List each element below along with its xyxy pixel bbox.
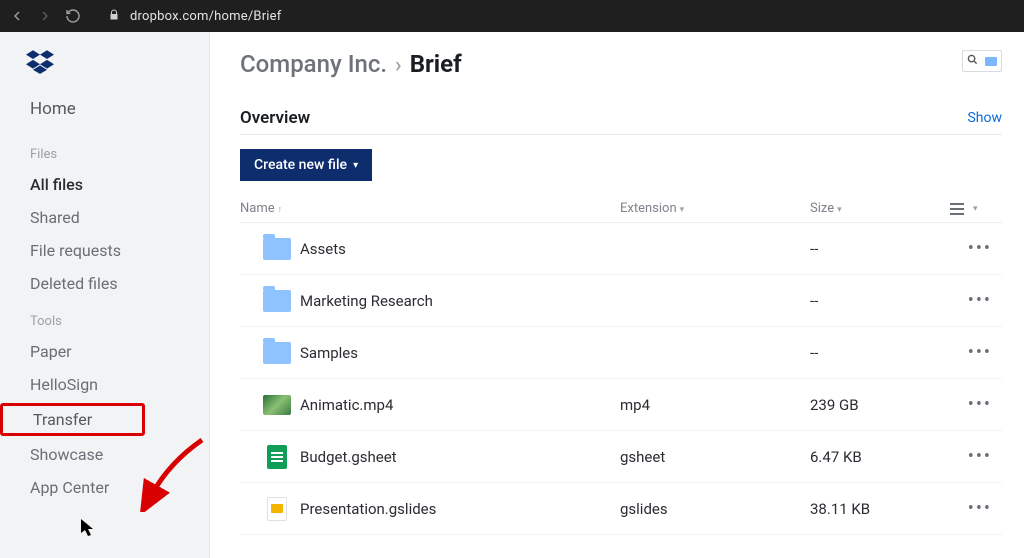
chevron-down-icon: ▾: [680, 205, 685, 215]
table-row[interactable]: Samples --•••: [240, 327, 1002, 379]
folder-filter-icon: [985, 57, 997, 66]
file-size: 38.11 KB: [810, 500, 950, 518]
breadcrumb: Company Inc. › Brief: [240, 50, 1002, 78]
file-size: 239 GB: [810, 396, 950, 414]
sidebar-home[interactable]: Home: [0, 92, 209, 133]
sidebar: Home Files All files Shared File request…: [0, 32, 210, 558]
reload-button[interactable]: [64, 7, 82, 25]
sidebar-section-tools: Tools: [0, 300, 209, 335]
table-row[interactable]: Assets --•••: [240, 223, 1002, 275]
sort-asc-icon: ↑: [278, 205, 283, 215]
row-actions-button[interactable]: •••: [950, 498, 1002, 519]
row-actions-button[interactable]: •••: [950, 290, 1002, 311]
forward-button[interactable]: [36, 7, 54, 25]
row-actions-button[interactable]: •••: [950, 238, 1002, 259]
spreadsheet-icon: [267, 445, 287, 469]
cursor-icon: [80, 518, 96, 543]
sidebar-item-shared[interactable]: Shared: [0, 201, 209, 234]
sidebar-item-deleted-files[interactable]: Deleted files: [0, 267, 209, 300]
lock-icon: [108, 9, 120, 24]
sidebar-section-files: Files: [0, 133, 209, 168]
sidebar-item-hellosign[interactable]: HelloSign: [0, 368, 209, 401]
folder-icon: [263, 290, 291, 312]
view-options[interactable]: ▾: [950, 203, 1002, 215]
row-actions-button[interactable]: •••: [950, 342, 1002, 363]
col-header-extension[interactable]: Extension▾: [620, 201, 810, 216]
file-name: Assets: [300, 240, 620, 258]
chevron-down-icon: ▾: [353, 160, 358, 171]
dropbox-logo[interactable]: [0, 50, 209, 92]
search-icon: [967, 54, 978, 68]
breadcrumb-current: Brief: [410, 50, 462, 78]
search-panel[interactable]: [962, 50, 1002, 72]
table-row[interactable]: Budget.gsheetgsheet6.47 KB•••: [240, 431, 1002, 483]
main-content: Company Inc. › Brief Overview Show Creat…: [210, 32, 1024, 558]
sidebar-item-app-center[interactable]: App Center: [0, 471, 209, 504]
folder-icon: [263, 238, 291, 260]
table-row[interactable]: Marketing Research --•••: [240, 275, 1002, 327]
file-extension: mp4: [620, 396, 810, 414]
file-size: --: [810, 240, 950, 258]
chevron-down-icon: ▾: [973, 204, 978, 214]
sidebar-item-transfer[interactable]: Transfer: [0, 403, 145, 436]
sidebar-item-file-requests[interactable]: File requests: [0, 234, 209, 267]
video-thumbnail-icon: [263, 395, 291, 415]
file-name: Animatic.mp4: [300, 396, 620, 414]
browser-chrome: dropbox.com/home/Brief: [0, 0, 1024, 32]
table-header: Name↑ Extension▾ Size▾ ▾: [240, 195, 1002, 223]
col-header-name[interactable]: Name↑: [240, 201, 620, 216]
folder-icon: [263, 342, 291, 364]
sidebar-item-all-files[interactable]: All files: [0, 168, 209, 201]
chevron-down-icon: ▾: [837, 205, 842, 215]
file-name: Marketing Research: [300, 292, 620, 310]
file-size: --: [810, 292, 950, 310]
table-row[interactable]: Presentation.gslidesgslides38.11 KB•••: [240, 483, 1002, 535]
file-size: 6.47 KB: [810, 448, 950, 466]
file-extension: gsheet: [620, 448, 810, 466]
list-view-icon: [950, 203, 964, 215]
row-actions-button[interactable]: •••: [950, 394, 1002, 415]
show-link[interactable]: Show: [967, 110, 1002, 126]
table-row[interactable]: Animatic.mp4mp4239 GB•••: [240, 379, 1002, 431]
breadcrumb-separator: ›: [395, 53, 402, 78]
file-name: Presentation.gslides: [300, 500, 620, 518]
col-header-size[interactable]: Size▾: [810, 201, 950, 216]
create-button-label: Create new file: [254, 157, 347, 173]
file-name: Samples: [300, 344, 620, 362]
url-text[interactable]: dropbox.com/home/Brief: [130, 9, 281, 24]
sidebar-item-paper[interactable]: Paper: [0, 335, 209, 368]
create-new-file-button[interactable]: Create new file ▾: [240, 149, 372, 181]
breadcrumb-parent[interactable]: Company Inc.: [240, 50, 387, 78]
back-button[interactable]: [8, 7, 26, 25]
file-size: --: [810, 344, 950, 362]
file-extension: gslides: [620, 500, 810, 518]
row-actions-button[interactable]: •••: [950, 446, 1002, 467]
slides-icon: [267, 497, 287, 521]
overview-heading: Overview: [240, 108, 310, 128]
file-name: Budget.gsheet: [300, 448, 620, 466]
sidebar-item-showcase[interactable]: Showcase: [0, 438, 209, 471]
